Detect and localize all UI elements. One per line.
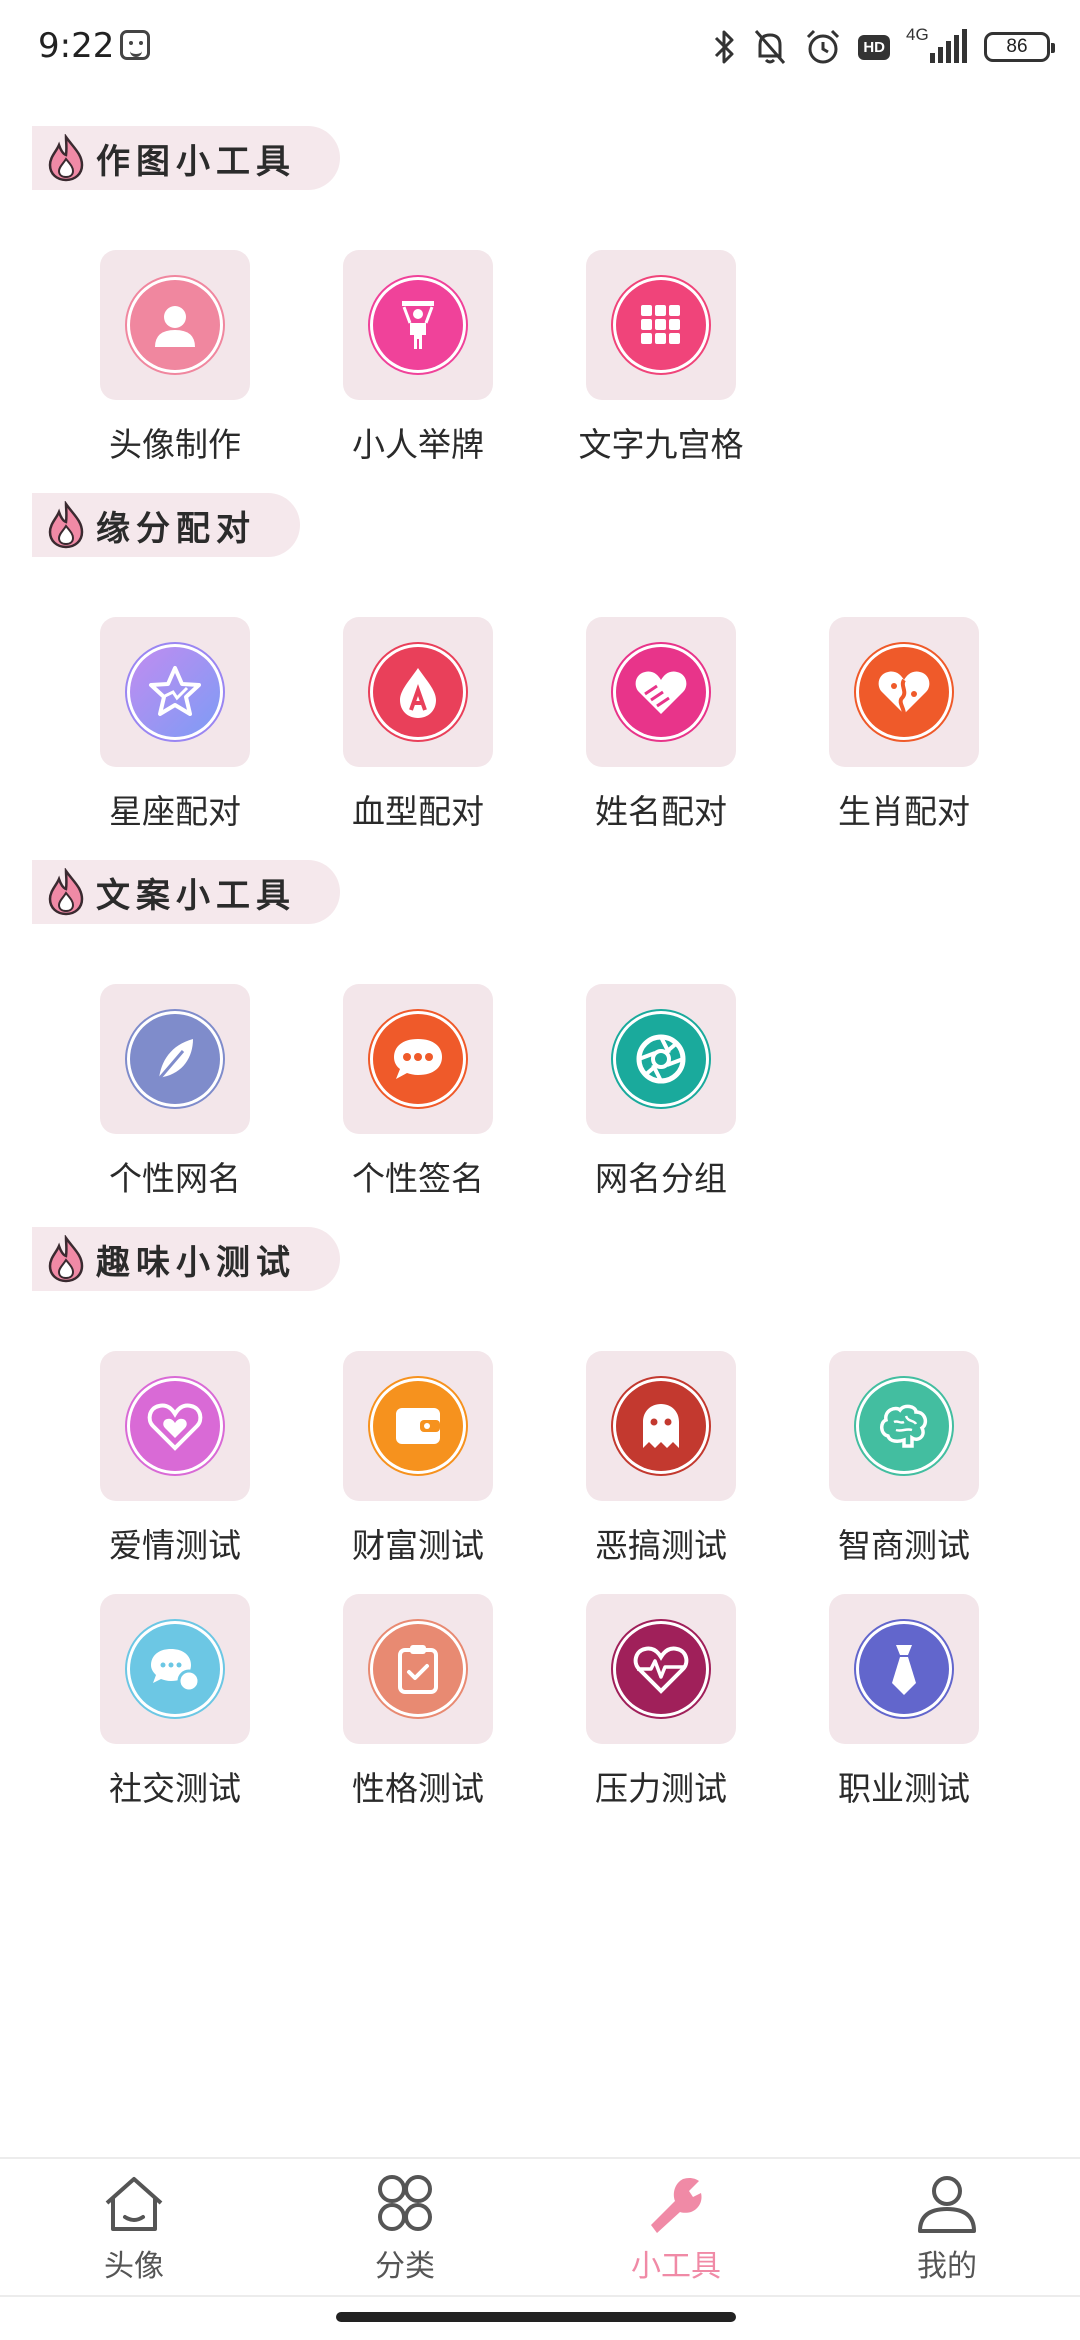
profile-icon [918, 2176, 976, 2233]
nav-avatar[interactable]: 头像 [34, 2171, 234, 2291]
nav-label: 头像 [104, 2249, 164, 2284]
zodiac-icon [878, 671, 930, 715]
section-title: 作图小工具 [96, 141, 296, 182]
heart-icon [635, 671, 687, 714]
tool-signature[interactable]: 个性签名 [343, 984, 493, 1198]
wallet-icon [396, 1408, 440, 1444]
feather-icon [157, 1039, 193, 1080]
flame-icon [48, 868, 84, 916]
flame-icon [48, 134, 84, 182]
nav-label: 分类 [375, 2249, 435, 2284]
tool-career-test[interactable]: 职业测试 [829, 1594, 979, 1808]
nav-profile[interactable]: 我的 [847, 2171, 1047, 2291]
tool-prank-test[interactable]: 恶搞测试 [586, 1351, 736, 1565]
ghost-icon [643, 1404, 679, 1448]
face-icon [120, 30, 150, 60]
tool-avatar-maker[interactable]: 头像制作 [100, 250, 250, 464]
blood-drop-icon [400, 668, 436, 718]
chat-bubble-icon [394, 1039, 442, 1079]
tool-label: 个性签名 [352, 1159, 484, 1198]
section-header: 文案小工具 [32, 860, 340, 924]
status-icons: HD 4G 86 [712, 22, 1055, 72]
tool-constellation-match[interactable]: 星座配对 [100, 617, 250, 831]
tool-label: 财富测试 [352, 1526, 484, 1565]
tool-nickname-group[interactable]: 网名分组 [586, 984, 736, 1198]
tool-label: 头像制作 [109, 425, 241, 464]
battery-icon: 86 [984, 32, 1055, 62]
tool-label: 智商测试 [838, 1526, 970, 1565]
tool-label: 性格测试 [352, 1769, 484, 1808]
bell-off-icon [755, 30, 786, 64]
tool-label: 小人举牌 [352, 425, 484, 464]
section-title: 文案小工具 [96, 875, 296, 916]
heartbeat-icon [633, 1646, 689, 1694]
tool-text-grid[interactable]: 文字九宫格 [579, 250, 744, 464]
tool-label: 血型配对 [352, 792, 484, 831]
section-header: 缘分配对 [32, 493, 300, 557]
sign-holder-icon [402, 301, 434, 349]
aperture-icon [636, 1034, 686, 1084]
section-title: 缘分配对 [96, 508, 256, 549]
tool-label: 社交测试 [109, 1769, 241, 1808]
nav-label: 小工具 [631, 2249, 721, 2284]
nav-categories[interactable]: 分类 [305, 2171, 505, 2291]
social-icon [151, 1649, 201, 1693]
flame-icon [48, 1235, 84, 1283]
tool-love-test[interactable]: 爱情测试 [100, 1351, 250, 1565]
person-icon [155, 306, 195, 347]
signal-icon: 4G [906, 25, 968, 69]
tool-label: 恶搞测试 [595, 1526, 727, 1565]
star-icon [149, 666, 201, 716]
bluetooth-icon [715, 30, 734, 64]
tool-label: 个性网名 [109, 1159, 241, 1198]
tool-label: 爱情测试 [109, 1526, 241, 1565]
flame-icon [48, 501, 84, 549]
nav-label: 我的 [917, 2249, 977, 2284]
tie-icon [892, 1645, 916, 1695]
bottom-navigation: 头像 分类 小工具 我的 [0, 2157, 1080, 2297]
home-indicator[interactable] [336, 2312, 736, 2322]
hd-icon: HD [858, 34, 890, 60]
tool-label: 网名分组 [595, 1159, 727, 1198]
battery-level: 86 [1006, 36, 1028, 57]
home-icon [105, 2177, 163, 2231]
tool-sign-holder[interactable]: 小人举牌 [343, 250, 493, 464]
status-bar: 9:22 HD 4G 86 [0, 0, 1080, 96]
nav-tools[interactable]: 小工具 [576, 2171, 776, 2291]
tool-social-test[interactable]: 社交测试 [100, 1594, 250, 1808]
clipboard-icon [398, 1645, 438, 1694]
grid-icon [641, 305, 680, 344]
tool-nickname[interactable]: 个性网名 [100, 984, 250, 1198]
alarm-icon [807, 29, 840, 64]
tool-label: 压力测试 [595, 1769, 727, 1808]
section-title: 趣味小测试 [96, 1242, 296, 1283]
status-time: 9:22 [38, 26, 115, 66]
tool-label: 文字九宫格 [578, 425, 744, 464]
tool-name-match[interactable]: 姓名配对 [586, 617, 736, 831]
tool-label: 星座配对 [109, 792, 241, 831]
tool-iq-test[interactable]: 智商测试 [829, 1351, 979, 1565]
section-header: 作图小工具 [32, 126, 340, 190]
tool-wealth-test[interactable]: 财富测试 [343, 1351, 493, 1565]
tool-bloodtype-match[interactable]: 血型配对 [343, 617, 493, 831]
tool-label: 职业测试 [838, 1769, 970, 1808]
tool-stress-test[interactable]: 压力测试 [586, 1594, 736, 1808]
tool-label: 姓名配对 [595, 792, 727, 831]
wrench-icon [651, 2177, 702, 2233]
love-heart-icon [147, 1403, 203, 1451]
section-header: 趣味小测试 [32, 1227, 340, 1291]
categories-icon [378, 2175, 432, 2231]
tool-label: 生肖配对 [838, 792, 970, 831]
tool-zodiac-match[interactable]: 生肖配对 [829, 617, 979, 831]
brain-icon [880, 1404, 928, 1448]
tool-personality-test[interactable]: 性格测试 [343, 1594, 493, 1808]
